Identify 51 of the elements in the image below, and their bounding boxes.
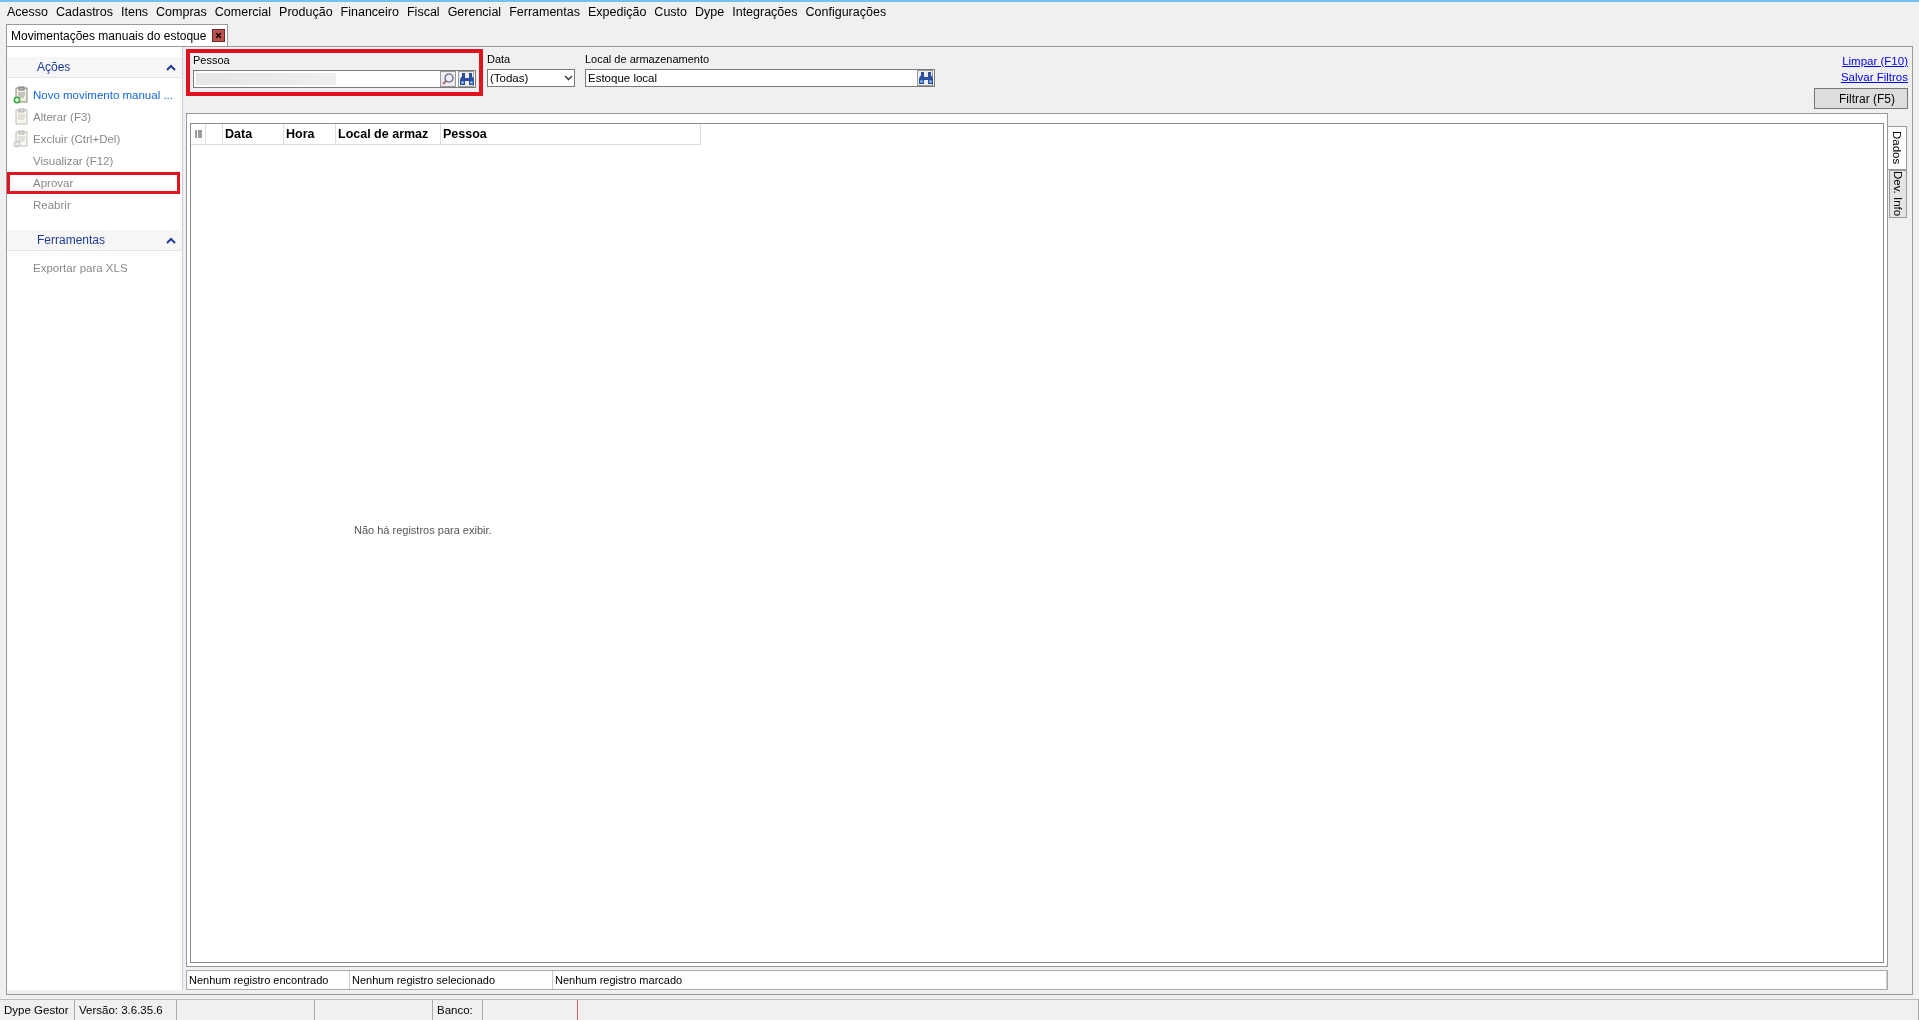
- date-dropdown[interactable]: (Todas): [487, 69, 575, 87]
- collapse-icon[interactable]: [166, 63, 176, 71]
- menu-item[interactable]: Fiscal: [402, 5, 444, 19]
- filter-button[interactable]: Filtrar (F5): [1814, 88, 1908, 109]
- storage-field[interactable]: Estoque local: [585, 69, 935, 87]
- clipboard-icon: [13, 108, 29, 126]
- column-header[interactable]: Hora: [284, 124, 336, 144]
- clipboard-icon: [13, 130, 29, 148]
- field-label: Local de armazenamento: [585, 53, 711, 67]
- field-label: Pessoa: [193, 54, 231, 68]
- menu-item[interactable]: Ferramentas: [505, 5, 584, 19]
- status-text: Dype Gestor: [0, 1000, 75, 1020]
- menu-item[interactable]: Comercial: [210, 5, 276, 19]
- menu-item[interactable]: Itens: [117, 5, 153, 19]
- clipboard-icon: [13, 86, 29, 104]
- link[interactable]: Limpar (F10): [1842, 55, 1908, 67]
- menu-item[interactable]: Gerencial: [443, 5, 506, 19]
- column-header[interactable]: Pessoa: [441, 124, 701, 144]
- dropdown-caret-icon: [564, 75, 573, 81]
- binoculars-icon[interactable]: [458, 71, 474, 87]
- column-header[interactable]: Data: [223, 124, 284, 144]
- menu-item[interactable]: Integrações: [728, 5, 802, 19]
- menu-item[interactable]: Produção: [275, 5, 337, 19]
- section-header[interactable]: Ações: [7, 57, 182, 78]
- menu-item[interactable]: Acesso: [3, 5, 52, 19]
- person-field[interactable]: [193, 70, 476, 88]
- status-text: Versão: 3.6.35.6: [75, 1000, 177, 1020]
- status-text: Nenhum registro selecionado: [350, 971, 553, 989]
- status-text: Nenhum registro marcado: [553, 971, 1887, 989]
- link[interactable]: Salvar Filtros: [1840, 71, 1908, 83]
- action-item[interactable]: Novo movimento manual ...: [7, 84, 182, 106]
- close-icon[interactable]: [212, 29, 226, 42]
- status-text: Banco:: [433, 1000, 483, 1020]
- section-header[interactable]: Ferramentas: [7, 230, 182, 251]
- menu-item[interactable]: Compras: [152, 5, 211, 19]
- document-tab[interactable]: Movimentações manuais do estoque: [6, 24, 229, 46]
- menu-item[interactable]: Expedição: [584, 5, 651, 19]
- column-header[interactable]: Local de armaz: [336, 124, 441, 144]
- search-icon[interactable]: [440, 71, 456, 87]
- menu-item[interactable]: Cadastros: [52, 5, 117, 19]
- menu-item[interactable]: Dype: [691, 5, 729, 19]
- field-label: Data: [487, 53, 512, 67]
- menu-item[interactable]: Financeiro: [336, 5, 403, 19]
- menu-item[interactable]: Configurações: [801, 5, 891, 19]
- side-tab[interactable]: Dados: [1888, 126, 1907, 170]
- side-tab[interactable]: Dev. Info: [1889, 170, 1907, 218]
- status-text: Nenhum registro encontrado: [187, 971, 350, 989]
- collapse-icon[interactable]: [166, 236, 176, 244]
- binoculars-icon[interactable]: [917, 70, 933, 86]
- empty-message: Não há registros para exibir.: [354, 524, 492, 536]
- menu-item[interactable]: Custo: [650, 5, 691, 19]
